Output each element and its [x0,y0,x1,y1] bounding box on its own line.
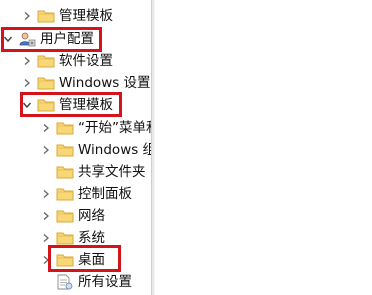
folder-icon [37,75,55,91]
tree-item-desktop[interactable]: 桌面 [0,249,151,271]
folder-icon [56,120,74,136]
tree-item-label: 管理模板 [59,97,113,113]
tree-item-label: 所有设置 [78,274,132,290]
folder-icon [37,97,55,113]
tree-item-label: 软件设置 [59,53,113,69]
chevron-right-icon[interactable] [22,78,32,88]
tree-item-label: 共享文件夹 [78,164,146,180]
folder-icon [56,208,74,224]
tree-item-label: 桌面 [78,252,105,268]
folder-icon [56,230,74,246]
chevron-right-icon[interactable] [41,123,51,133]
tree-item-admin-templates-computer[interactable]: 管理模板 [0,5,151,27]
tree-item-network[interactable]: 网络 [0,205,151,227]
all-settings-icon [56,274,74,290]
tree-item-all-settings[interactable]: 所有设置 [0,271,151,293]
chevron-right-icon[interactable] [41,255,51,265]
folder-icon [37,53,55,69]
tree-item-user-configuration[interactable]: 用户配置 [0,28,151,50]
gpo-editor-window: 管理模板 用户配置 软件设置 Windows 设置 管理模板 “开始”菜单 Wi… [0,0,372,295]
tree-item-control-panel[interactable]: 控制面板 [0,183,151,205]
tree-item-admin-templates-user[interactable]: 管理模板 [0,94,151,116]
tree-item-software-settings[interactable]: 软件设置 [0,50,151,72]
navigation-tree: 管理模板 用户配置 软件设置 Windows 设置 管理模板 “开始”菜单 Wi… [0,0,151,295]
chevron-right-icon[interactable] [22,56,32,66]
chevron-right-icon[interactable] [41,145,51,155]
chevron-right-icon[interactable] [41,211,51,221]
details-pane [155,0,372,295]
tree-item-label: 用户配置 [40,31,94,47]
chevron-right-icon[interactable] [41,189,51,199]
tree-item-label: 控制面板 [78,186,132,202]
chevron-down-icon[interactable] [22,100,32,110]
tree-item-label: “开始”菜单和 [78,120,151,136]
folder-icon [56,142,74,158]
tree-item-windows-components[interactable]: Windows 组 [0,139,151,161]
tree-item-start-menu[interactable]: “开始”菜单和 [0,117,151,139]
chevron-right-icon[interactable] [41,233,51,243]
folder-icon [37,8,55,24]
tree-item-label: 系统 [78,230,105,246]
folder-icon [56,186,74,202]
tree-item-label: 管理模板 [59,8,113,24]
tree-item-label: Windows 设置 [59,75,151,91]
tree-item-label: 网络 [78,208,105,224]
folder-icon [56,164,74,180]
tree-item-windows-settings[interactable]: Windows 设置 [0,72,151,94]
tree-item-label: Windows 组 [78,142,151,158]
tree-item-system[interactable]: 系统 [0,227,151,249]
chevron-down-icon[interactable] [3,34,13,44]
tree-item-shared-folders[interactable]: 共享文件夹 [0,161,151,183]
folder-icon [56,252,74,268]
user-config-icon [18,31,36,47]
chevron-right-icon[interactable] [22,11,32,21]
